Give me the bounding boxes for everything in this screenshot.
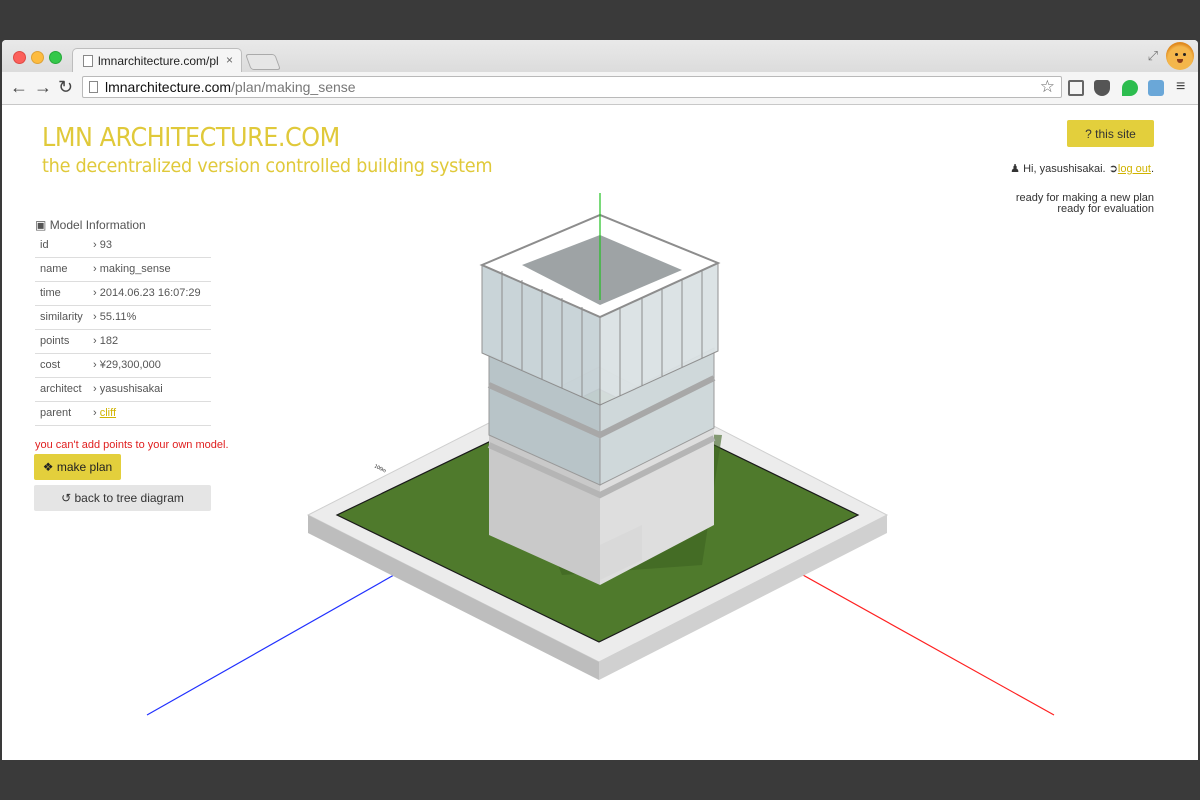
row-value: › 55.11%: [93, 311, 137, 323]
row-value-text: making_sense: [99, 263, 171, 275]
user-greeting: Hi, yasushisakai.: [1023, 163, 1106, 175]
site-title: LMN ARCHITECTURE.COM: [42, 123, 340, 153]
row-value: › yasushisakai: [93, 383, 163, 395]
evernote-extension-icon[interactable]: [1122, 80, 1138, 96]
browser-tab[interactable]: lmnarchitecture.com/plan/ ×: [72, 48, 242, 72]
parent-link[interactable]: cliff: [100, 407, 116, 419]
fullscreen-icon[interactable]: ⤢: [1148, 48, 1158, 64]
model-info-row-name: name › making_sense: [35, 258, 211, 282]
warning-message: you can't add points to your own model.: [35, 439, 229, 451]
menu-icon[interactable]: ≡: [1176, 78, 1185, 96]
tab-strip: lmnarchitecture.com/plan/ × ⤢: [2, 40, 1198, 72]
row-value: › making_sense: [93, 263, 171, 275]
logout-period: .: [1150, 163, 1154, 175]
model-info-row-points: points › 182: [35, 330, 211, 354]
browser-toolbar: ← → ↻ lmnarchitecture.com/plan/making_se…: [2, 72, 1198, 105]
row-key: time: [40, 287, 61, 299]
address-bar[interactable]: lmnarchitecture.com/plan/making_sense ☆: [82, 76, 1062, 98]
minimize-window-button[interactable]: [31, 51, 44, 64]
row-key: cost: [40, 359, 61, 371]
row-key: id: [40, 239, 49, 251]
status-evaluation: ready for evaluation: [1057, 203, 1154, 215]
row-value: › cliff: [93, 407, 117, 419]
row-key: similarity: [40, 311, 83, 323]
row-value-text: ¥29,300,000: [99, 359, 161, 371]
row-value-text: 182: [99, 335, 119, 347]
browser-window: lmnarchitecture.com/plan/ × ⤢ ← → ↻ lmna…: [2, 40, 1198, 760]
row-key: points: [40, 335, 70, 347]
row-value-text: yasushisakai: [99, 383, 163, 395]
forward-button[interactable]: →: [34, 77, 52, 97]
tab-title: lmnarchitecture.com/plan/: [98, 54, 218, 68]
cube-icon: ▣: [35, 218, 47, 232]
model-info-row-id: id › 93: [35, 234, 211, 258]
model-info-header: ▣ Model Information: [35, 218, 211, 232]
row-key: name: [40, 263, 68, 275]
model-info-row-architect: architect › yasushisakai: [35, 378, 211, 402]
make-plan-label: make plan: [56, 460, 113, 474]
row-value-text: 55.11%: [99, 311, 137, 323]
url-host: lmnarchitecture.com: [105, 79, 232, 95]
zoom-window-button[interactable]: [49, 51, 62, 64]
reload-button[interactable]: ↻: [58, 77, 73, 97]
row-key: parent: [40, 407, 72, 419]
page-icon: [89, 81, 98, 93]
new-tab-button[interactable]: [245, 54, 281, 70]
bookmark-star-icon[interactable]: ☆: [1040, 77, 1055, 97]
row-key: architect: [40, 383, 82, 395]
back-to-tree-label: back to tree diagram: [74, 491, 184, 505]
model-info-panel: ▣ Model Information id › 93 name › making_…: [35, 218, 211, 426]
make-plan-button[interactable]: ❖ make plan: [34, 454, 121, 480]
page-icon: [83, 55, 93, 67]
model-info-row-cost: cost › ¥29,300,000: [35, 354, 211, 378]
row-value: › ¥29,300,000: [93, 359, 161, 371]
camera-extension-icon[interactable]: [1148, 80, 1164, 96]
undo-icon: ↺: [61, 491, 72, 505]
back-to-tree-button[interactable]: ↺ back to tree diagram: [34, 485, 211, 511]
pocket-extension-icon[interactable]: [1094, 80, 1110, 96]
logout-link[interactable]: log out: [1118, 163, 1151, 175]
model-info-row-time: time › 2014.06.23 16:07:29: [35, 282, 211, 306]
page-content: 100m LMN ARCHITECTURE.COM the decentrali…: [2, 105, 1198, 760]
url-path: /plan/making_sense: [231, 79, 356, 95]
row-value: › 93: [93, 239, 112, 251]
tab-close-icon[interactable]: ×: [226, 53, 233, 67]
url-text[interactable]: lmnarchitecture.com/plan/making_sense: [105, 79, 356, 95]
model-info-row-parent: parent › cliff: [35, 402, 211, 426]
scale-label: 100m: [373, 463, 387, 474]
site-subtitle: the decentralized version controlled bui…: [42, 155, 493, 177]
row-value-text: 93: [99, 239, 112, 251]
row-value-text: 2014.06.23 16:07:29: [99, 287, 201, 299]
row-value: › 182: [93, 335, 119, 347]
model-info-heading: Model Information: [49, 218, 146, 232]
profile-avatar[interactable]: [1166, 42, 1194, 70]
back-button[interactable]: ←: [10, 77, 28, 97]
row-value: › 2014.06.23 16:07:29: [93, 287, 201, 299]
close-window-button[interactable]: [13, 51, 26, 64]
this-site-button[interactable]: ? this site: [1067, 120, 1154, 147]
logout-icon: ➲: [1108, 163, 1118, 175]
user-line: ♟ Hi, yasushisakai. ➲log out.: [1010, 162, 1154, 175]
mail-extension-icon[interactable]: [1068, 80, 1084, 96]
model-info-row-similarity: similarity › 55.11%: [35, 306, 211, 330]
user-icon: ♟: [1010, 163, 1021, 175]
cubes-icon: ❖: [42, 460, 54, 474]
